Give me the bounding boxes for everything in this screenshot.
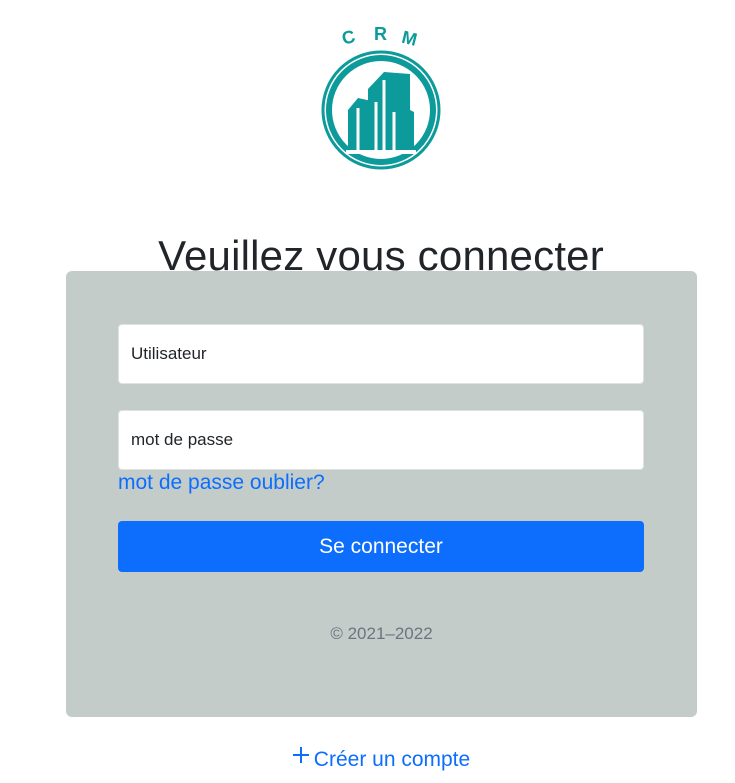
create-account-label: Créer un compte	[313, 748, 471, 771]
password-input[interactable]	[118, 410, 644, 470]
building-logo-icon: C R M	[321, 24, 441, 170]
login-page: C R M Veuillez vous connecter mot de pas…	[0, 0, 735, 783]
svg-text:C: C	[340, 26, 357, 49]
copyright-text: © 2021–2022	[330, 624, 433, 643]
crm-logo: C R M	[316, 22, 446, 172]
plus-icon	[292, 744, 310, 772]
create-account-link[interactable]: Créer un compte	[0, 746, 735, 774]
username-input[interactable]	[118, 324, 644, 384]
svg-text:M: M	[400, 27, 419, 50]
login-card: mot de passe oublier? Se connecter © 202…	[66, 271, 697, 717]
login-button[interactable]: Se connecter	[118, 521, 644, 572]
forgot-password-link[interactable]: mot de passe oublier?	[118, 470, 325, 496]
svg-text:R: R	[374, 24, 387, 44]
